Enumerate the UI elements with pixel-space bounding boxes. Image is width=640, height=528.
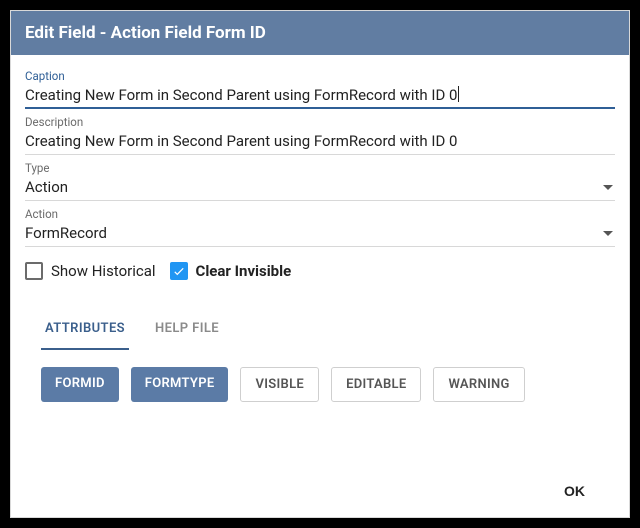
description-label: Description [25,115,615,129]
checkbox-row: Show Historical Clear Invisible [25,261,615,281]
description-field[interactable]: Description Creating New Form in Second … [25,115,615,155]
dialog-body: Caption Creating New Form in Second Pare… [11,55,629,517]
checkbox-box [170,262,188,280]
tab-attributes[interactable]: ATTRIBUTES [41,311,129,350]
action-label: Action [25,207,615,221]
chip-formid[interactable]: FORMID [41,367,119,402]
show-historical-label: Show Historical [51,261,156,281]
dropdown-arrow-icon [603,231,613,236]
caption-input[interactable]: Creating New Form in Second Parent using… [25,84,615,106]
caption-label: Caption [25,69,615,83]
type-label: Type [25,161,615,175]
ok-button[interactable]: OK [552,473,597,509]
type-select[interactable]: Type Action [25,161,615,201]
chip-formtype[interactable]: FORMTYPE [131,367,229,402]
dropdown-arrow-icon [603,185,613,190]
chip-editable[interactable]: EDITABLE [331,367,421,402]
chip-visible[interactable]: VISIBLE [240,367,319,402]
description-input[interactable]: Creating New Form in Second Parent using… [25,130,615,152]
attribute-chip-row: FORMID FORMTYPE VISIBLE EDITABLE WARNING [25,367,615,402]
type-value: Action [25,176,615,198]
tab-help-file[interactable]: HELP FILE [151,311,223,350]
check-icon [172,264,186,278]
dialog-title: Edit Field - Action Field Form ID [11,11,629,55]
checkbox-box [25,262,43,280]
dialog-footer: OK [25,473,615,517]
action-value: FormRecord [25,222,615,244]
edit-field-dialog: Edit Field - Action Field Form ID Captio… [10,10,630,518]
chip-warning[interactable]: WARNING [433,367,524,402]
clear-invisible-checkbox[interactable]: Clear Invisible [170,261,292,281]
dialog-frame: Edit Field - Action Field Form ID Captio… [0,0,640,528]
action-select[interactable]: Action FormRecord [25,207,615,247]
tab-bar: ATTRIBUTES HELP FILE [25,311,615,351]
caption-field[interactable]: Caption Creating New Form in Second Pare… [25,69,615,109]
show-historical-checkbox[interactable]: Show Historical [25,261,156,281]
clear-invisible-label: Clear Invisible [196,261,292,281]
